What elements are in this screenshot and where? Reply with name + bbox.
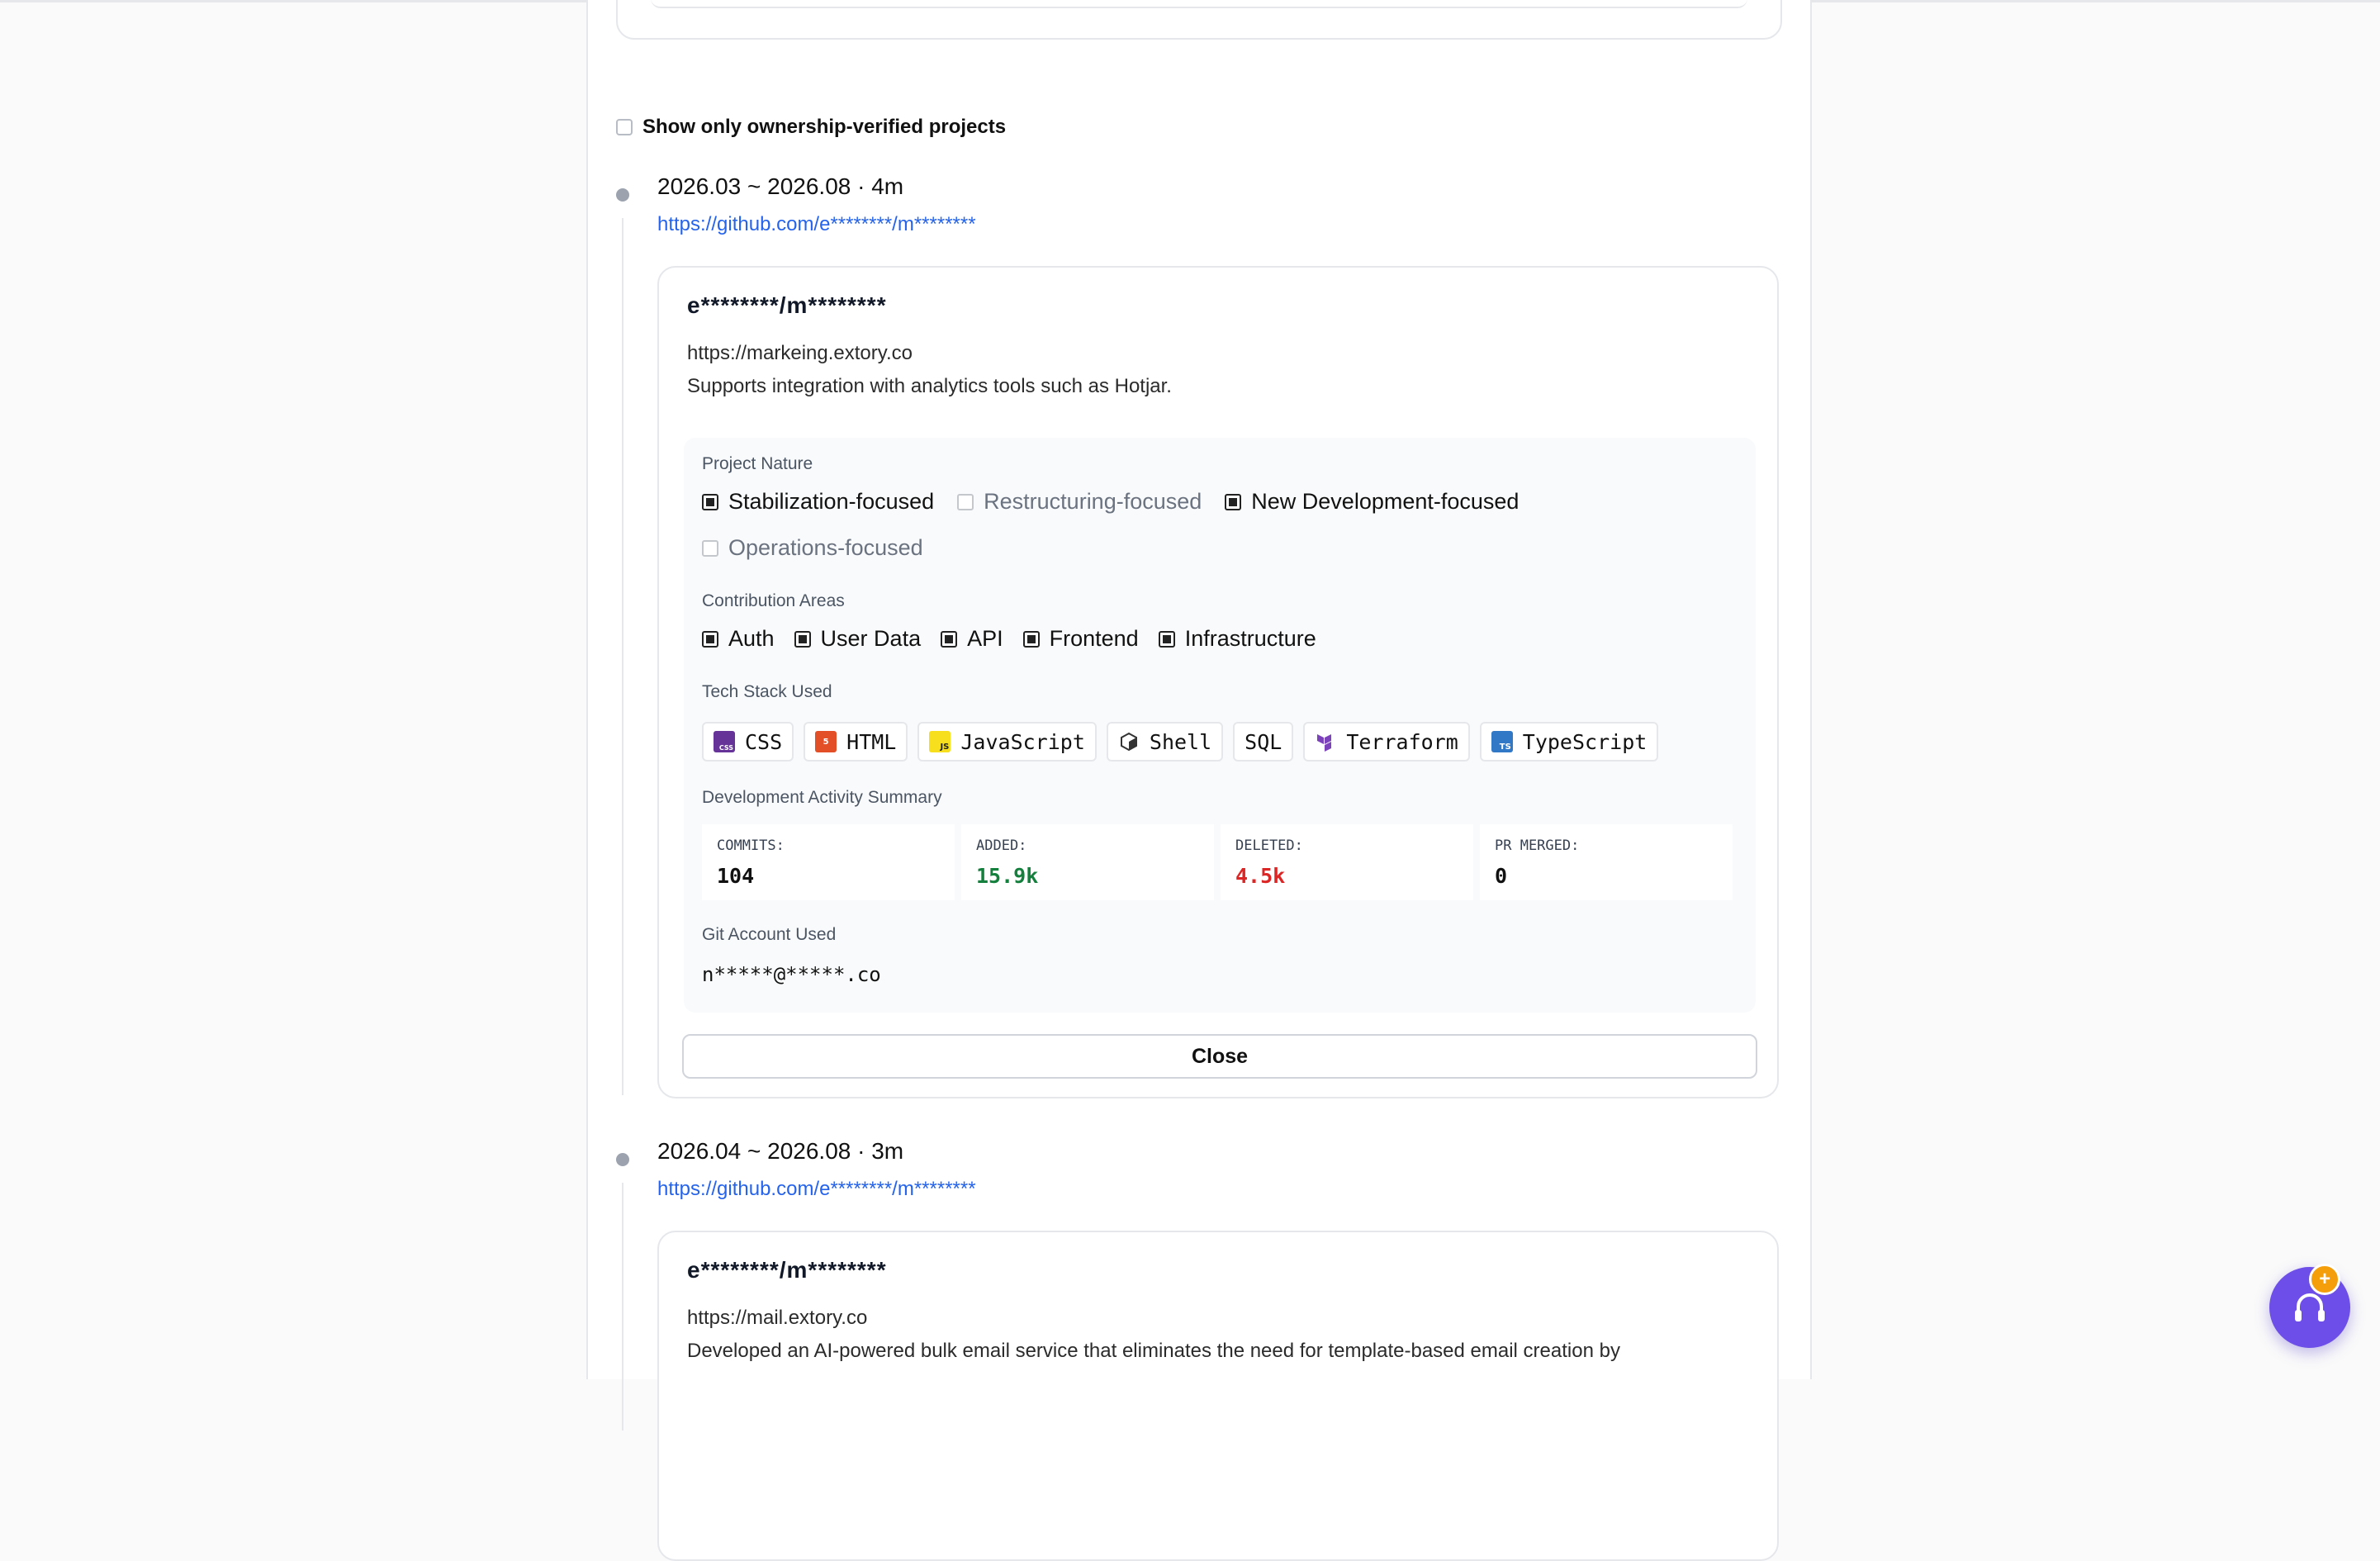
area-user-data: User Data: [794, 626, 921, 652]
stat-pr-merged: PR MERGED: 0: [1480, 824, 1733, 900]
stat-deleted: DELETED: 4.5k: [1221, 824, 1473, 900]
project-nature-label: Project Nature: [702, 454, 813, 473]
timeline-line: [622, 218, 623, 1095]
tech-chip-terraform: Terraform: [1303, 722, 1470, 762]
checked-checkbox: [1158, 630, 1175, 648]
timeline-dot: [616, 188, 629, 202]
project-card: e********/m******** https://mail.extory.…: [657, 1231, 1779, 1561]
css-icon: CSS: [714, 731, 735, 752]
nature-option-new-development: New Development-focused: [1225, 489, 1519, 515]
unchecked-checkbox: [957, 493, 974, 510]
activity-stats: COMMITS: 104 ADDED: 15.9k DELETED: 4.5k …: [702, 824, 1739, 900]
stat-commits: COMMITS: 104: [702, 824, 955, 900]
checked-checkbox: [1022, 630, 1040, 648]
nature-option-stabilization: Stabilization-focused: [702, 489, 934, 515]
area-auth: Auth: [702, 626, 775, 652]
activity-summary-label: Development Activity Summary: [702, 788, 942, 807]
project-title: e********/m********: [687, 292, 887, 318]
previous-card-inner: [651, 0, 1747, 8]
previous-card-bottom: [616, 0, 1782, 40]
timeline-entry: 2026.04 ~ 2026.08 · 3m https://github.co…: [616, 1080, 1779, 1561]
git-account-email: n*****@*****.co: [702, 963, 881, 986]
stat-added: ADDED: 15.9k: [961, 824, 1214, 900]
tech-chip-css: CSS CSS: [702, 722, 794, 762]
shell-icon: [1118, 731, 1140, 752]
project-nature-row-1: Stabilization-focused Restructuring-focu…: [702, 489, 1542, 515]
tech-chip-javascript: JS JavaScript: [917, 722, 1097, 762]
area-frontend: Frontend: [1022, 626, 1139, 652]
project-url: https://mail.extory.co: [687, 1307, 868, 1329]
checked-checkbox: [702, 493, 718, 510]
html-icon: 5: [815, 731, 837, 752]
javascript-icon: JS: [929, 731, 951, 752]
terraform-icon: [1315, 731, 1336, 752]
typescript-icon: TS: [1491, 731, 1513, 752]
checked-checkbox: [702, 630, 718, 648]
git-account-label: Git Account Used: [702, 925, 837, 944]
project-details-panel: Project Nature Stabilization-focused Res…: [684, 438, 1756, 1013]
project-url: https://markeing.extory.co: [687, 342, 913, 364]
area-api: API: [941, 626, 1003, 652]
stat-value: 0: [1495, 864, 1508, 888]
tech-chip-html: 5 HTML: [804, 722, 908, 762]
checked-checkbox: [794, 630, 811, 648]
timeline-entry: 2026.03 ~ 2026.08 · 4m https://github.co…: [616, 116, 1779, 1107]
checked-checkbox: [941, 630, 958, 648]
stat-value: 4.5k: [1235, 864, 1286, 888]
stat-value: 15.9k: [976, 864, 1039, 888]
project-card: e********/m******** https://markeing.ext…: [657, 266, 1779, 1098]
stat-value: 104: [717, 864, 755, 888]
tech-stack-list: CSS CSS 5 HTML JS JavaScript Shell SQL T…: [702, 722, 1668, 762]
nature-option-operations: Operations-focused: [702, 535, 923, 561]
tech-chip-sql: SQL: [1233, 722, 1294, 762]
entry-period: 2026.04 ~ 2026.08 · 3m: [657, 1138, 904, 1164]
project-title: e********/m********: [687, 1257, 887, 1283]
nature-option-restructuring: Restructuring-focused: [957, 489, 1202, 515]
repo-link[interactable]: https://github.com/e********/m********: [657, 213, 976, 236]
project-description: Developed an AI-powered bulk email servi…: [687, 1340, 1620, 1362]
repo-link[interactable]: https://github.com/e********/m********: [657, 1178, 976, 1201]
unchecked-checkbox: [702, 539, 718, 557]
content-column: Show only ownership-verified projects 20…: [586, 0, 1812, 1561]
checked-checkbox: [1225, 493, 1242, 510]
project-nature-row-2: Operations-focused: [702, 535, 946, 561]
timeline-dot: [616, 1153, 629, 1166]
timeline-line: [622, 1183, 623, 1431]
tech-chip-shell: Shell: [1106, 722, 1224, 762]
tech-stack-label: Tech Stack Used: [702, 682, 832, 701]
notification-badge: +: [2309, 1264, 2340, 1295]
tech-chip-typescript: TS TypeScript: [1479, 722, 1659, 762]
contribution-areas-row: Auth User Data API Frontend Infrastructu…: [702, 626, 1339, 652]
project-description: Supports integration with analytics tool…: [687, 375, 1172, 397]
entry-period: 2026.03 ~ 2026.08 · 4m: [657, 173, 904, 199]
contribution-areas-label: Contribution Areas: [702, 591, 845, 610]
area-infrastructure: Infrastructure: [1158, 626, 1316, 652]
close-button[interactable]: Close: [682, 1034, 1757, 1079]
